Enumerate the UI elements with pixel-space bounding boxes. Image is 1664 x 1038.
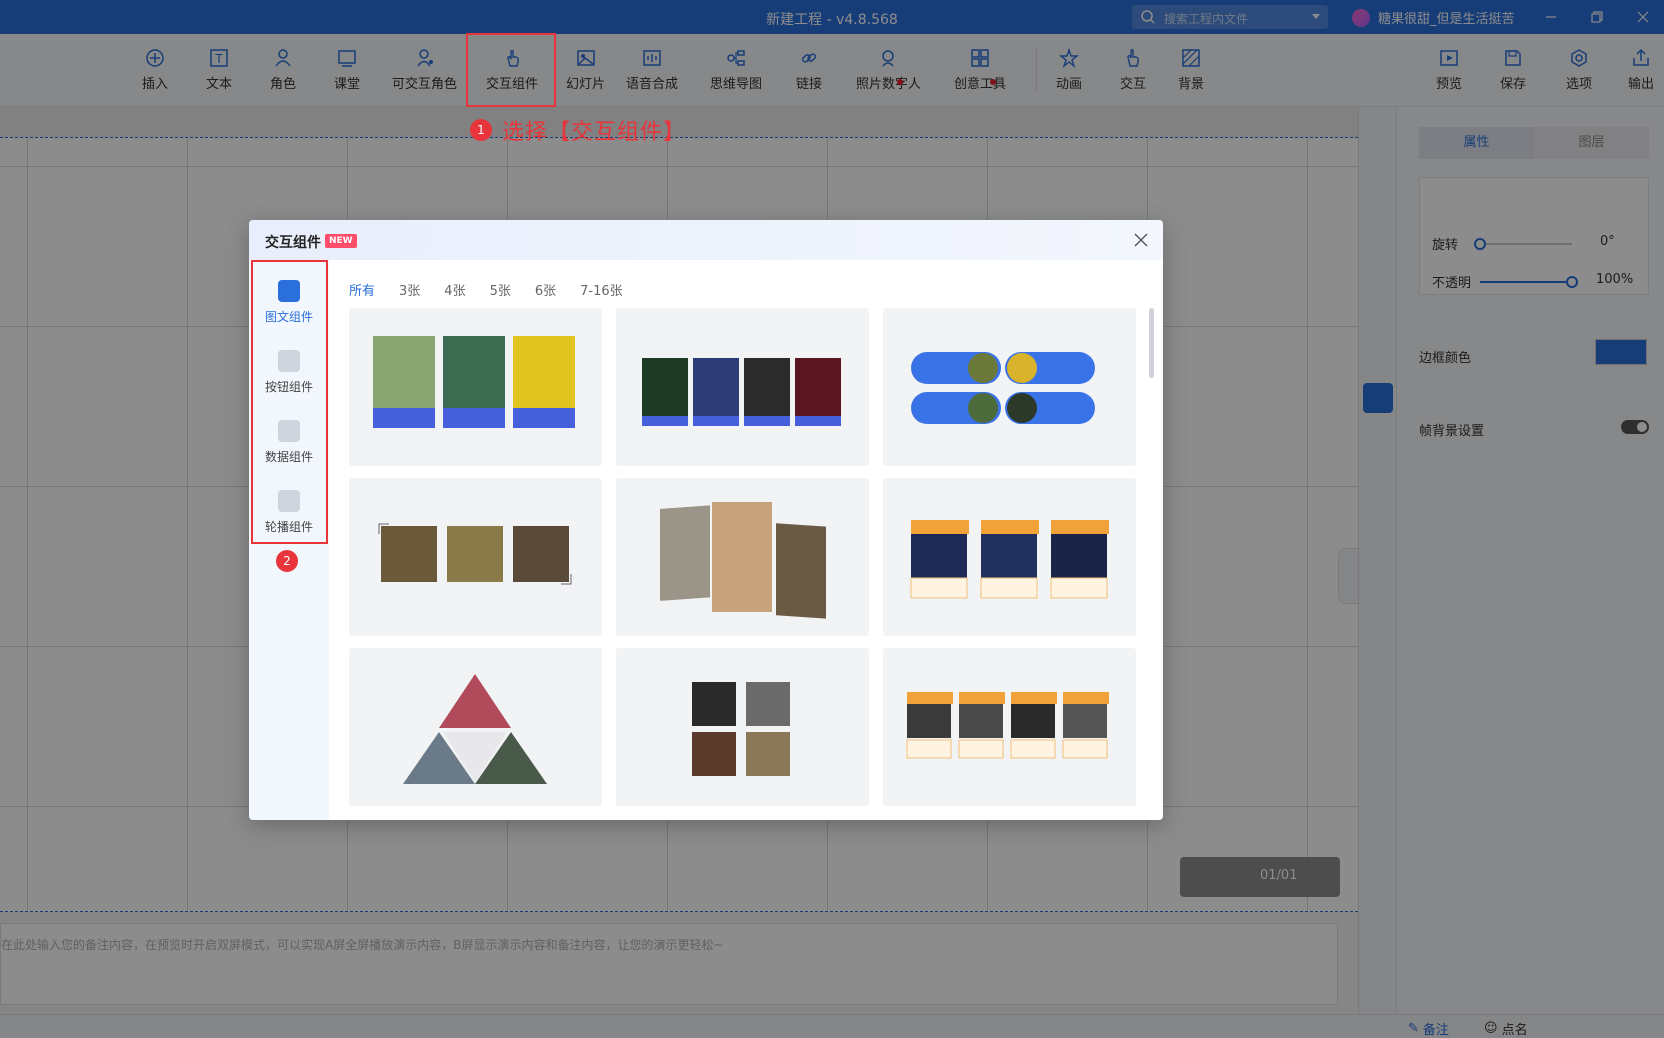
template-preview [373,336,575,428]
dialog-title: 交互组件 [265,235,321,251]
template-card-four-mountain[interactable] [883,648,1136,806]
step2-highlight [251,260,328,544]
template-preview [910,520,1109,599]
template-card-four-coffee[interactable] [616,648,869,806]
grid-scrollbar[interactable] [1149,308,1154,378]
step1-badge: 1 [470,119,492,141]
template-card-stacked-carousel[interactable] [616,478,869,636]
filter-5[interactable]: 5张 [490,280,511,299]
template-card-four-floral[interactable] [616,308,869,466]
template-preview [403,674,547,784]
template-preview [692,682,790,776]
step2-badge: 2 [276,550,298,572]
template-preview [660,502,826,619]
close-icon[interactable] [1131,230,1151,250]
template-card-three-food[interactable] [349,478,602,636]
component-template-grid [349,308,1136,820]
step1-instruction: 选择【交互组件】 [502,120,687,145]
count-filter-tabs: 所有 3张 4张 5张 6张 7-16张 [349,280,623,299]
template-preview [378,523,572,585]
template-preview [906,692,1109,759]
template-preview [911,352,1095,424]
template-card-triangle-mosaic[interactable] [349,648,602,806]
template-card-three-portrait[interactable] [349,308,602,466]
template-card-night-sky[interactable] [883,478,1136,636]
template-preview [642,358,841,426]
interactive-components-dialog: 交互组件 NEW 图文组件 按钮组件 数据组件 轮播组件 2 所有 3张 4张 … [249,220,1163,820]
filter-4[interactable]: 4张 [444,280,465,299]
step1-highlight [466,33,556,107]
filter-7-16[interactable]: 7-16张 [580,280,623,299]
template-card-blue-pills[interactable] [883,308,1136,466]
dialog-header: 交互组件 NEW [249,220,1163,260]
new-badge: NEW [325,234,357,248]
filter-6[interactable]: 6张 [535,280,556,299]
filter-all[interactable]: 所有 [349,280,375,299]
filter-3[interactable]: 3张 [399,280,420,299]
